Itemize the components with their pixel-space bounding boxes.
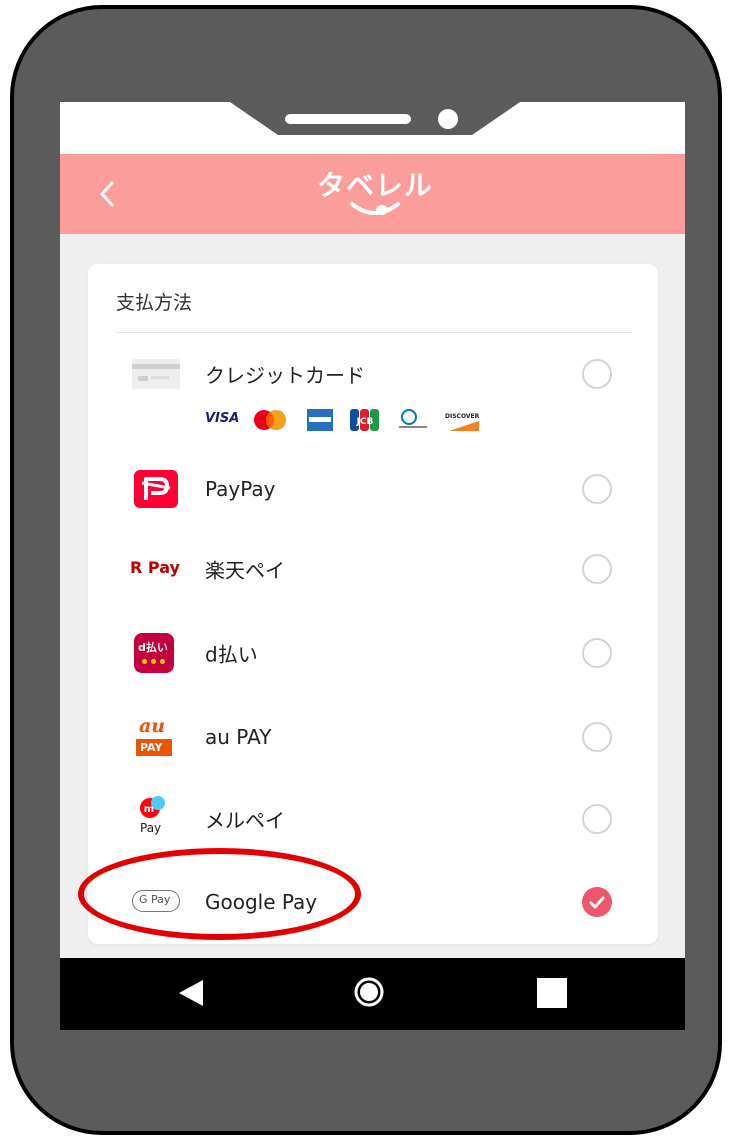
radio-d-barai[interactable]: [582, 638, 612, 668]
rakuten-pay-icon: R Pay: [130, 558, 180, 577]
au-pay-icon: au PAY: [128, 715, 184, 759]
logo-smile-icon: [350, 202, 400, 215]
radio-rakuten-pay[interactable]: [582, 554, 612, 584]
phone-screen: タベレル 支払方法 クレジットカード VISA JCB DISCOVER Pay…: [60, 102, 685, 1030]
paypay-icon: [128, 467, 184, 511]
visa-logo: VISA: [205, 411, 240, 426]
divider: [116, 332, 632, 333]
credit-card-icon: [128, 352, 184, 396]
radio-au-pay[interactable]: [582, 722, 612, 752]
payment-option-rakuten-pay[interactable]: R Pay 楽天ペイ: [88, 534, 658, 604]
payment-option-paypay[interactable]: PayPay: [88, 454, 658, 524]
svg-text:DISCOVER: DISCOVER: [445, 413, 479, 420]
payment-option-label: 楽天ペイ: [205, 558, 285, 583]
radio-google-pay-checked[interactable]: [582, 887, 612, 917]
jcb-logo: JCB: [350, 409, 379, 431]
payment-option-label: d払い: [205, 642, 258, 667]
system-navigation-bar: [60, 958, 685, 1030]
app-header: タベレル: [60, 154, 685, 234]
payment-option-d-barai[interactable]: d払い d払い: [88, 618, 658, 688]
nav-recents-icon[interactable]: [537, 978, 567, 1008]
phone-notch: [60, 102, 685, 154]
svg-text:JCB: JCB: [356, 417, 374, 427]
payment-option-label: PayPay: [205, 477, 276, 501]
d-barai-icon: d払い: [128, 631, 184, 675]
payment-option-merpay[interactable]: m Pay メルペイ: [88, 784, 658, 854]
payment-option-google-pay[interactable]: G Pay Google Pay: [88, 867, 658, 937]
svg-text:m: m: [144, 804, 154, 815]
merpay-icon: m Pay: [128, 796, 184, 841]
payment-method-title: 支払方法: [116, 292, 193, 314]
radio-paypay[interactable]: [582, 474, 612, 504]
amex-logo: [307, 409, 333, 431]
app-logo: タベレル: [310, 164, 440, 224]
radio-credit-card[interactable]: [582, 359, 612, 389]
back-chevron-icon[interactable]: [95, 179, 121, 209]
payment-option-au-pay[interactable]: au PAY au PAY: [88, 702, 658, 772]
diners-club-logo: [399, 409, 427, 428]
payment-option-label: au PAY: [205, 725, 272, 749]
nav-back-icon[interactable]: [177, 978, 205, 1008]
check-icon: [589, 896, 605, 909]
payment-option-label: Google Pay: [205, 890, 318, 914]
google-pay-icon: G Pay: [128, 880, 184, 924]
payment-option-label: クレジットカード: [205, 363, 365, 388]
payment-option-credit-card[interactable]: クレジットカード: [88, 339, 658, 409]
payment-option-label: メルペイ: [205, 808, 285, 833]
radio-merpay[interactable]: [582, 804, 612, 834]
mastercard-logo: [254, 410, 286, 430]
payment-method-card: 支払方法 クレジットカード VISA JCB DISCOVER PayPay R…: [88, 264, 658, 944]
discover-logo: DISCOVER: [445, 413, 479, 431]
nav-home-icon[interactable]: [353, 976, 385, 1008]
